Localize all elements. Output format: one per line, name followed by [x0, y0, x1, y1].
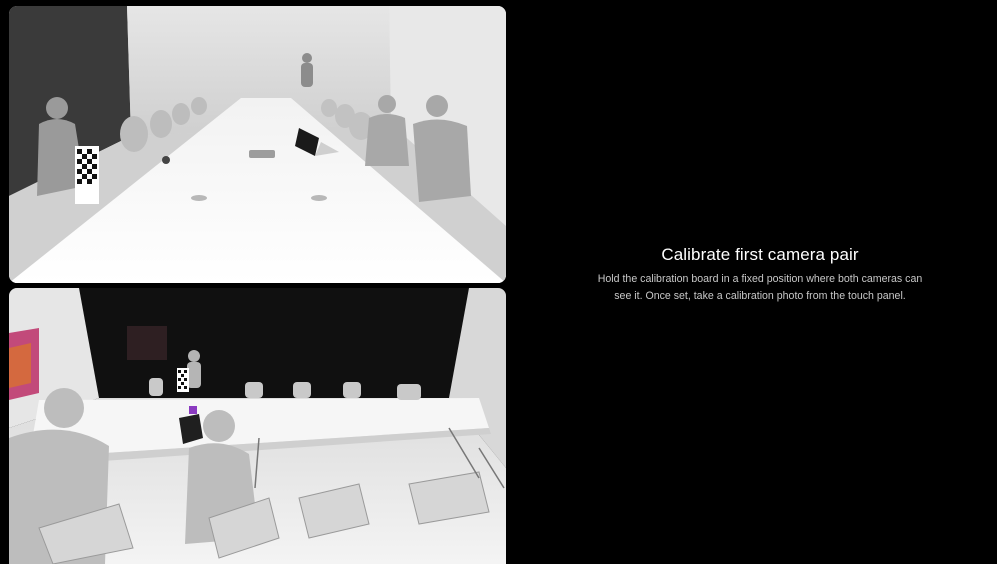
camera-feed-2-scene — [9, 288, 506, 564]
camera-feed-1-scene — [9, 6, 506, 283]
camera-feed-2 — [9, 288, 506, 564]
calibration-instructions: Calibrate first camera pair Hold the cal… — [590, 245, 930, 305]
camera-feed-1 — [9, 6, 506, 283]
instructions-body: Hold the calibration board in a fixed po… — [597, 273, 923, 302]
instructions-title: Calibrate first camera pair — [661, 245, 859, 264]
